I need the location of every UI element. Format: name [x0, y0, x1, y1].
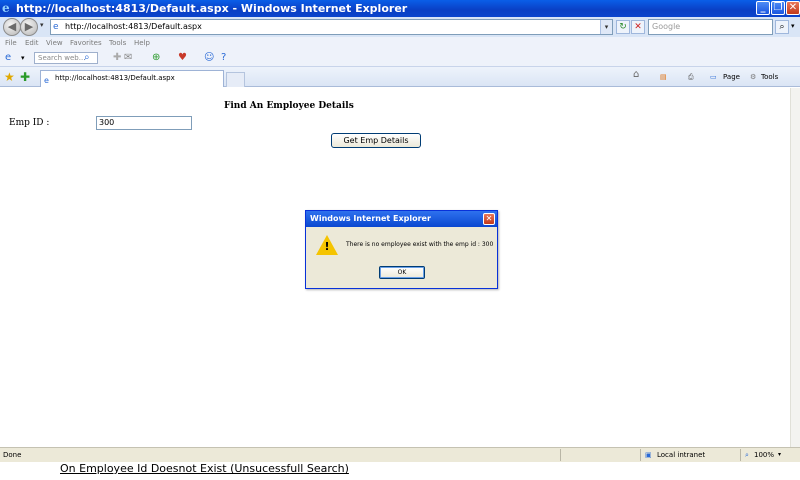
maximize-button[interactable]: ❐: [771, 1, 785, 15]
address-dropdown-icon[interactable]: ▾: [600, 20, 612, 34]
emp-id-label: Emp ID :: [9, 118, 50, 128]
page-icon: e: [53, 22, 59, 32]
search-input[interactable]: Google: [648, 19, 773, 35]
menu-tools[interactable]: Tools: [109, 37, 126, 49]
tools-gear-icon: ⚙: [750, 73, 757, 81]
dialog-titlebar: Windows Internet Explorer: [306, 211, 497, 227]
status-divider: [740, 449, 741, 461]
home-icon[interactable]: ⌂: [633, 69, 639, 81]
zone-text: Local intranet: [657, 451, 706, 459]
alert-dialog: Windows Internet Explorer ✕ ! There is n…: [305, 210, 498, 289]
print-icon[interactable]: ⎙: [688, 71, 694, 83]
stop-icon[interactable]: ✕: [631, 20, 645, 34]
close-window-button[interactable]: ✕: [786, 1, 800, 15]
address-url: http://localhost:4813/Default.aspx: [65, 22, 202, 31]
dialog-title: Windows Internet Explorer: [310, 214, 431, 223]
menu-file[interactable]: File: [5, 37, 17, 49]
vertical-scrollbar[interactable]: [790, 88, 800, 447]
dialog-close-button[interactable]: ✕: [483, 213, 495, 225]
page-heading: Find An Employee Details: [224, 101, 354, 111]
refresh-icon[interactable]: ↻: [616, 20, 630, 34]
menu-edit[interactable]: Edit: [25, 37, 39, 49]
address-field[interactable]: e http://localhost:4813/Default.aspx ▾: [50, 19, 613, 35]
status-divider: [560, 449, 561, 461]
dialog-message: There is no employee exist with the emp …: [346, 241, 494, 248]
websearch-go-icon[interactable]: ⌕: [84, 52, 90, 64]
favorites-star-icon[interactable]: ★: [4, 70, 15, 84]
menu-view[interactable]: View: [46, 37, 63, 49]
dialog-ok-button[interactable]: OK: [379, 266, 425, 279]
new-tab-button[interactable]: [226, 72, 245, 87]
back-button[interactable]: ◀: [3, 18, 21, 36]
search-options-icon[interactable]: ▾: [791, 22, 795, 30]
feeds-icon[interactable]: ▤: [660, 71, 667, 83]
warning-exclamation-icon: !: [324, 240, 330, 253]
menu-help[interactable]: Help: [134, 37, 150, 49]
help-icon[interactable]: ?: [221, 52, 226, 64]
toolbar-dropdown-icon[interactable]: ▾: [21, 52, 25, 64]
bookmark-icon[interactable]: ♥: [178, 52, 187, 64]
tab-bar: ★ ✚ e http://localhost:4813/Default.aspx…: [0, 67, 800, 87]
toolbar-logo-icon[interactable]: e: [5, 52, 11, 64]
search-icon[interactable]: ⌕: [775, 20, 789, 34]
emp-id-input[interactable]: 300: [96, 116, 192, 130]
get-emp-details-button[interactable]: Get Emp Details: [331, 133, 421, 148]
ie-logo-icon: e: [2, 1, 10, 15]
address-toolbar: ◀ ▶ ▾ e http://localhost:4813/Default.as…: [0, 17, 800, 37]
highlight-icon[interactable]: ✚: [113, 52, 121, 64]
intranet-icon: ▣: [645, 451, 652, 459]
tab-active[interactable]: e http://localhost:4813/Default.aspx: [40, 70, 224, 87]
window-titlebar: e http://localhost:4813/Default.aspx - W…: [0, 0, 800, 17]
add-favorites-icon[interactable]: ✚: [20, 70, 30, 84]
forward-button[interactable]: ▶: [20, 18, 38, 36]
history-dropdown-icon[interactable]: ▾: [40, 21, 44, 29]
add-icon[interactable]: ⊕: [152, 52, 160, 64]
menu-bar: File Edit View Favorites Tools Help: [0, 37, 800, 49]
tab-label: http://localhost:4813/Default.aspx: [55, 74, 175, 82]
page-menu-icon: ▭: [710, 73, 717, 81]
window-title: http://localhost:4813/Default.aspx - Win…: [16, 2, 408, 15]
status-divider: [640, 449, 641, 461]
links-toolbar: e ▾ Search web... ⌕ ✚ ✉ ⊕ ♥ ☺ ?: [0, 49, 800, 67]
tools-menu-button[interactable]: Tools: [761, 71, 778, 83]
websearch-placeholder: Search web...: [38, 54, 86, 62]
zoom-icon: ⌕: [745, 451, 749, 459]
search-placeholder: Google: [652, 22, 681, 31]
mail-icon[interactable]: ✉: [124, 52, 132, 64]
minimize-button[interactable]: _: [756, 1, 770, 15]
messenger-icon[interactable]: ☺: [204, 52, 214, 64]
page-menu-button[interactable]: Page: [723, 71, 740, 83]
zoom-dropdown-icon[interactable]: ▾: [778, 448, 781, 462]
status-text: Done: [3, 451, 22, 459]
tab-page-icon: e: [44, 76, 49, 85]
zoom-level[interactable]: 100%: [754, 448, 774, 462]
status-bar: Done ▣ Local intranet ⌕ 100% ▾: [0, 447, 800, 462]
menu-favorites[interactable]: Favorites: [70, 37, 102, 49]
caption-text: On Employee Id Doesnot Exist (Unsucessfu…: [60, 462, 349, 475]
